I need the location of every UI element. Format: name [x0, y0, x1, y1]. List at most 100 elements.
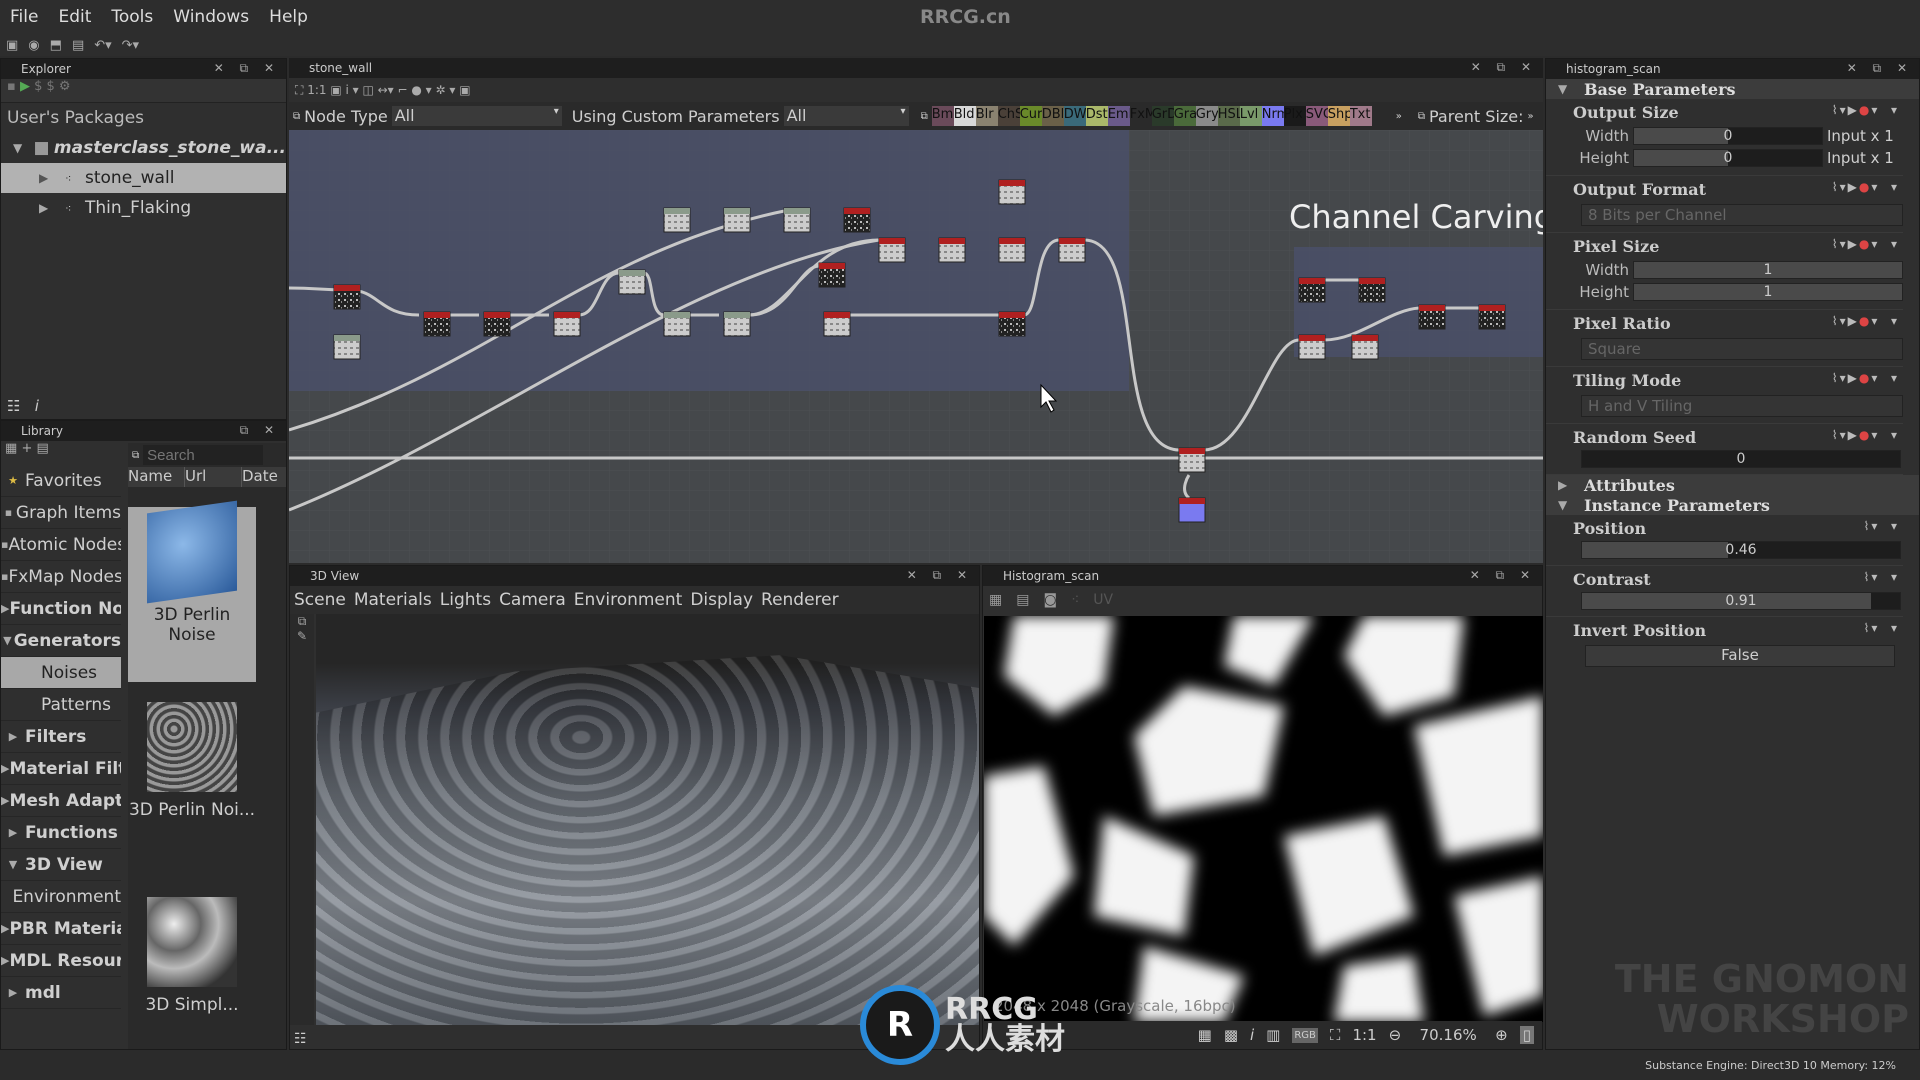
menu-renderer[interactable]: Renderer [761, 590, 839, 610]
graph-node[interactable] [783, 207, 811, 233]
random-seed-slider[interactable]: 0 [1581, 450, 1901, 468]
position-slider[interactable]: 0.46 [1581, 541, 1901, 559]
library-category[interactable]: ▶Function Nodes [1, 593, 121, 625]
pixel-height-slider[interactable]: 1 [1633, 283, 1903, 301]
select-icon[interactable]: ✎ [290, 629, 314, 643]
library-category[interactable]: Patterns [1, 689, 121, 721]
library-category[interactable]: ▶Material Filters [1, 753, 121, 785]
library-category[interactable]: ▶ Filters [1, 721, 121, 753]
graph-canvas[interactable]: Channel Carving [289, 130, 1543, 563]
graph-node[interactable] [618, 269, 646, 295]
menu-help[interactable]: Help [259, 7, 318, 27]
graph-item-thin-flaking[interactable]: ▶ ⁖ Thin_Flaking [1, 193, 286, 223]
menu-lights[interactable]: Lights [440, 590, 491, 610]
library-category[interactable]: ▪ Graph Items [1, 497, 121, 529]
library-category[interactable]: ▶ Functions [1, 817, 121, 849]
graph-node[interactable] [938, 237, 966, 263]
node-button-nrm[interactable]: Nrm [1261, 106, 1284, 126]
param-options-icon[interactable]: ⌇▾▶●▾ ▾ [1832, 371, 1899, 385]
node-button-bmp[interactable]: Bmp [931, 106, 954, 126]
library-category[interactable]: ▶PBR Materials [1, 913, 121, 945]
thumbnail-item[interactable]: 3D Perlin Noi... [128, 702, 256, 877]
node-button-shp[interactable]: Shp [1327, 106, 1350, 126]
node-button-grd[interactable]: GrD [1151, 106, 1174, 126]
tools-icon[interactable]: $ $ ⚙ [34, 79, 70, 94]
rgb-icon[interactable]: RGB [1292, 1027, 1318, 1043]
2d-viewport[interactable]: 2048 x 2048 (Grayscale, 16bpc) [984, 616, 1543, 1022]
graph-node[interactable] [553, 311, 581, 337]
thumbnail-item[interactable]: 3D Simpl... [128, 897, 256, 1072]
tiling-icon[interactable]: ▩ [1224, 1026, 1238, 1044]
library-category[interactable]: ▼ Generators [1, 625, 121, 657]
package-item[interactable]: ▼ ■ masterclass_stone_wa... [1, 133, 286, 163]
graph-node[interactable] [1478, 304, 1506, 330]
library-category[interactable]: ▪ FxMap Nodes [1, 561, 121, 593]
pixel-width-slider[interactable]: 1 [1633, 261, 1903, 279]
panel-controls[interactable]: ✕ ⧉ ✕ [907, 568, 973, 583]
graph-node[interactable] [818, 262, 846, 288]
menu-materials[interactable]: Materials [354, 590, 432, 610]
panel-controls[interactable]: ⧉ ✕ [240, 423, 280, 438]
graph-node[interactable] [1351, 334, 1379, 360]
node-button-plx[interactable]: Plx [1283, 106, 1306, 126]
library-category[interactable]: Noises [1, 657, 121, 689]
output-height-slider[interactable]: 0 [1633, 149, 1823, 167]
node-button-gry[interactable]: Gry [1195, 106, 1218, 126]
uv-button[interactable]: UV [1093, 586, 1113, 614]
node-button-lvl[interactable]: Lvl [1239, 106, 1262, 126]
graph-node[interactable] [998, 311, 1026, 337]
thumbnail-item[interactable]: 3D Perlin Noise [128, 500, 256, 682]
add-icon[interactable]: + [21, 441, 32, 456]
graph-node[interactable] [723, 311, 751, 337]
graph-node[interactable] [1418, 304, 1446, 330]
invert-position-toggle[interactable]: False [1585, 645, 1895, 667]
new-package-icon[interactable]: ▣ [6, 38, 18, 53]
graph-node[interactable] [998, 237, 1026, 263]
column-url[interactable]: Url [185, 467, 242, 487]
publish-icon[interactable]: ▶ [20, 79, 30, 94]
graph-node[interactable] [483, 311, 511, 337]
node-button-dst[interactable]: Dst [1085, 106, 1108, 126]
section-instance-parameters[interactable]: ▼ Instance Parameters [1546, 495, 1919, 515]
fit-icon[interactable]: ⛶ [1330, 1026, 1341, 1044]
graph-node[interactable] [1358, 277, 1386, 303]
expand-arrow-icon[interactable]: ▶ [39, 201, 65, 215]
camera-icon[interactable]: ⧉ [290, 614, 314, 629]
menu-environment[interactable]: Environment [574, 590, 683, 610]
tiling-mode-select[interactable]: H and V Tiling [1581, 395, 1903, 417]
node-button-cur[interactable]: Cur [1019, 106, 1042, 126]
pixel-ratio-select[interactable]: Square [1581, 338, 1903, 360]
expand-arrow-icon[interactable]: ▶ [39, 171, 65, 185]
library-category[interactable]: ▼ 3D View [1, 849, 121, 881]
more-icon[interactable]: » [1396, 111, 1402, 122]
menu-tools[interactable]: Tools [101, 7, 163, 27]
panel-controls[interactable]: ✕ ⧉ ✕ [214, 61, 280, 76]
save-icon[interactable]: ▤ [72, 38, 84, 53]
custom-params-select[interactable]: All ▾ [783, 106, 909, 126]
param-options-icon[interactable]: ⌇▾▶●▾ ▾ [1832, 314, 1899, 328]
param-options-icon[interactable]: ⌇▾ ▾ [1863, 519, 1899, 533]
library-category[interactable]: Environment [1, 881, 121, 913]
param-options-icon[interactable]: ⌇▾ ▾ [1863, 570, 1899, 584]
zoom-in-icon[interactable]: ⊕ [1495, 1026, 1508, 1044]
undo-icon[interactable]: ↶▾ [94, 38, 111, 53]
ratio-button[interactable]: 1:1 [1352, 1026, 1376, 1044]
library-category[interactable]: ★ Favorites [1, 465, 121, 497]
graph-node[interactable] [333, 284, 361, 310]
menu-display[interactable]: Display [690, 590, 753, 610]
graph-node[interactable] [663, 311, 691, 337]
column-date[interactable]: Date [242, 467, 278, 487]
expand-arrow-icon[interactable]: ▼ [13, 141, 33, 155]
lock-icon[interactable]: ▯ [1519, 1026, 1534, 1044]
menu-scene[interactable]: Scene [294, 590, 346, 610]
menu-file[interactable]: File [0, 7, 48, 27]
graph-node[interactable] [843, 207, 871, 233]
output-format-select[interactable]: 8 Bits per Channel [1581, 204, 1903, 226]
node-button-hsl[interactable]: HSL [1217, 106, 1240, 126]
graph-node[interactable] [1058, 237, 1086, 263]
param-options-icon[interactable]: ⌇▾ ▾ [1863, 621, 1899, 635]
zoom-out-icon[interactable]: ⊖ [1389, 1026, 1402, 1044]
graph-node[interactable] [333, 334, 361, 360]
library-category[interactable]: ▪ Atomic Nodes [1, 529, 121, 561]
tree-icon[interactable]: ☷ [294, 1031, 307, 1047]
